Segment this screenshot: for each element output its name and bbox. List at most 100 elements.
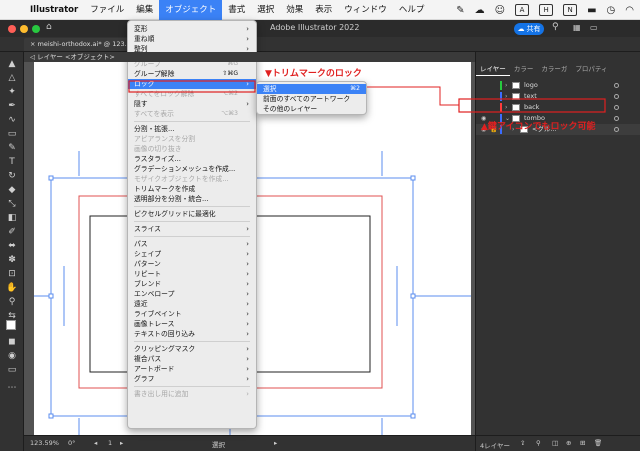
zoom-tool-icon[interactable]: ⚲ <box>6 296 18 308</box>
person-icon[interactable]: ☺ <box>495 5 505 16</box>
pen-tool-icon[interactable]: ✒ <box>6 100 18 112</box>
panel-toggle-icon[interactable]: ▭ <box>590 23 598 32</box>
layer-row-text[interactable]: › text <box>476 91 640 102</box>
object-menu-item[interactable]: 重ね順 › <box>128 34 256 44</box>
share-button[interactable]: ☁ 共有 <box>514 23 544 35</box>
menu-file[interactable]: ファイル <box>84 0 130 20</box>
object-menu-item[interactable]: 隠す › <box>128 99 256 109</box>
selection-handle[interactable] <box>410 413 416 419</box>
wifi-icon[interactable]: ◠ <box>625 5 634 16</box>
more-tools-icon[interactable]: ⋯ <box>6 382 18 394</box>
pen-tool-status-icon[interactable]: ✎ <box>456 5 464 16</box>
menu-edit[interactable]: 編集 <box>130 0 159 20</box>
lock-submenu-item[interactable]: 前面のすべてのアートワーク <box>257 94 366 104</box>
breadcrumb-back-icon[interactable]: ◁ <box>30 53 35 61</box>
object-menu-item[interactable]: グラデーションメッシュを作成... <box>128 164 256 174</box>
target-circle-icon[interactable] <box>614 127 619 132</box>
object-menu-item[interactable]: トリムマークを作成 <box>128 184 256 194</box>
object-menu-item[interactable]: ロック › <box>128 79 256 89</box>
object-menu-item[interactable]: ライブペイント › <box>128 309 256 319</box>
object-menu-item[interactable]: 書き出し用に追加 › <box>128 389 256 399</box>
object-menu-item[interactable]: エンベロープ › <box>128 289 256 299</box>
lock-submenu-item[interactable]: その他のレイヤー <box>257 104 366 114</box>
object-menu-item[interactable]: クリッピングマスク › <box>128 344 256 354</box>
home-icon[interactable]: ⌂ <box>46 22 52 32</box>
object-menu-item[interactable]: アートボード › <box>128 364 256 374</box>
input-method-icon[interactable]: H <box>539 4 554 16</box>
object-menu-item[interactable]: グループ解除 ⇧⌘G <box>128 69 256 79</box>
object-menu-item[interactable]: すべてをロック解除 ⌥⌘2 <box>128 89 256 99</box>
object-menu-item[interactable]: シェイプ › <box>128 249 256 259</box>
gradient-tool-icon[interactable]: ◧ <box>6 212 18 224</box>
layer-row-logo[interactable]: › logo <box>476 80 640 91</box>
selection-tool-icon[interactable]: ▲ <box>6 58 18 70</box>
breadcrumb-layer[interactable]: レイヤー <box>37 53 63 61</box>
object-menu-item[interactable]: 画像の切り抜き <box>128 144 256 154</box>
search-icon[interactable]: ⚲ <box>552 22 559 32</box>
clock-icon[interactable]: ◷ <box>607 5 616 16</box>
tab-properties[interactable]: プロパティ <box>571 62 611 76</box>
type-tool-icon[interactable]: T <box>6 156 18 168</box>
screen-mode-icon[interactable]: ▭ <box>6 364 18 376</box>
current-tool-status[interactable]: 選択 <box>212 439 225 449</box>
scale-tool-icon[interactable]: ⤡ <box>6 198 18 210</box>
selection-handle[interactable] <box>48 175 54 181</box>
lock-submenu-item[interactable]: 選択 ⌘2 <box>257 84 366 94</box>
draw-mode-icon[interactable]: ◉ <box>6 350 18 362</box>
eyedropper-tool-icon[interactable]: ✐ <box>6 226 18 238</box>
object-menu-item[interactable]: パターン › <box>128 259 256 269</box>
layer-name[interactable]: back <box>524 102 539 113</box>
new-sublayer-icon[interactable]: ⊕ <box>566 439 571 447</box>
expand-arrow-icon[interactable]: › <box>505 80 507 91</box>
layer-row-back[interactable]: › back <box>476 102 640 113</box>
eraser-tool-icon[interactable]: ◆ <box>6 184 18 196</box>
close-tab-icon[interactable]: × <box>30 40 35 48</box>
breadcrumb-object[interactable]: <オブジェクト> <box>65 53 115 61</box>
selection-handle[interactable] <box>410 293 416 299</box>
rotation-angle[interactable]: 0° <box>68 439 75 447</box>
color-mode-icon[interactable]: ◼ <box>6 336 18 348</box>
zoom-level[interactable]: 123.59% <box>30 439 59 447</box>
clipping-mask-icon[interactable]: ◫ <box>552 439 558 447</box>
cloud-icon[interactable]: ☁ <box>475 5 485 16</box>
object-menu-item[interactable]: 複合パス › <box>128 354 256 364</box>
object-menu-item[interactable]: 透明部分を分割・統合... <box>128 194 256 204</box>
artboard-next-icon[interactable]: ▸ <box>120 439 123 447</box>
direct-selection-tool-icon[interactable]: △ <box>6 72 18 84</box>
object-menu-item[interactable]: アピアランスを分割 <box>128 134 256 144</box>
object-menu-item[interactable]: 画像トレース › <box>128 319 256 329</box>
object-menu-item[interactable]: パス › <box>128 239 256 249</box>
search-icon[interactable]: ⚲ <box>536 439 541 447</box>
rectangle-tool-icon[interactable]: ▭ <box>6 128 18 140</box>
object-menu-item[interactable]: リピート › <box>128 269 256 279</box>
close-window-icon[interactable] <box>8 25 16 33</box>
hand-tool-icon[interactable]: ✋ <box>6 282 18 294</box>
layer-name[interactable]: text <box>524 91 537 102</box>
tab-color-guide[interactable]: カラーガ <box>537 62 571 76</box>
curvature-tool-icon[interactable]: ∿ <box>6 114 18 126</box>
target-circle-icon[interactable] <box>614 116 619 121</box>
tab-color[interactable]: カラー <box>510 62 538 76</box>
expand-arrow-icon[interactable]: › <box>505 102 507 113</box>
rotate-tool-icon[interactable]: ↻ <box>6 170 18 182</box>
menu-app[interactable]: Illustrator <box>24 0 84 20</box>
tab-layers[interactable]: レイヤー <box>476 62 510 76</box>
artboard-prev-icon[interactable]: ◂ <box>94 439 97 447</box>
target-circle-icon[interactable] <box>614 83 619 88</box>
minimize-window-icon[interactable] <box>20 25 28 33</box>
blend-tool-icon[interactable]: ⬌ <box>6 240 18 252</box>
trash-icon[interactable]: 🗑 <box>594 439 602 447</box>
expand-arrow-icon[interactable]: › <box>505 91 507 102</box>
export-icon[interactable]: ⇪ <box>520 439 525 447</box>
symbol-sprayer-icon[interactable]: ✽ <box>6 254 18 266</box>
object-menu-item[interactable]: 分割・拡張... <box>128 124 256 134</box>
object-menu-item[interactable]: ピクセルグリッドに最適化 <box>128 209 256 219</box>
object-menu-item[interactable]: 変形 › <box>128 24 256 34</box>
status-arrow-icon[interactable]: ▸ <box>274 439 277 447</box>
selection-handle[interactable] <box>410 175 416 181</box>
object-menu-item[interactable]: 遠近 › <box>128 299 256 309</box>
artboard-tool-icon[interactable]: ⊡ <box>6 268 18 280</box>
magic-wand-icon[interactable]: ✦ <box>6 86 18 98</box>
keyboard-icon[interactable]: A <box>515 4 530 16</box>
object-menu-item[interactable]: テキストの回り込み › <box>128 329 256 339</box>
